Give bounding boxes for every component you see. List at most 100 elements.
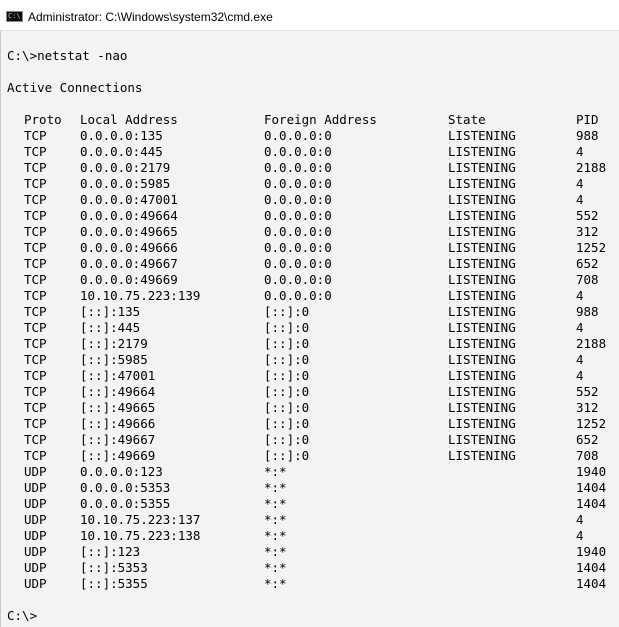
table-row: UDP 0.0.0.0:5355 *:* 1404 — [1, 496, 619, 512]
table-row: TCP 10.10.75.223:139 0.0.0.0:0 LISTENING 4 — [1, 288, 619, 304]
command-line: C:\>netstat -nao — [7, 48, 128, 63]
cell-pid: 1404 — [576, 496, 607, 511]
cell-local-address: 0.0.0.0:135 — [80, 128, 163, 143]
cell-state: LISTENING — [448, 432, 516, 447]
cell-foreign-address: [::]:0 — [264, 416, 310, 431]
cell-local-address: 0.0.0.0:49665 — [80, 224, 178, 239]
cell-local-address: 0.0.0.0:49667 — [80, 256, 178, 271]
table-row: UDP [::]:5353 *:* 1404 — [1, 560, 619, 576]
table-row: TCP [::]:445 [::]:0 LISTENING 4 — [1, 320, 619, 336]
cell-proto: TCP — [24, 128, 47, 143]
title-bar[interactable]: C:\ Administrator: C:\Windows\system32\c… — [0, 0, 619, 31]
cell-proto: TCP — [24, 400, 47, 415]
column-header-row: Proto Local Address Foreign Address Stat… — [1, 112, 619, 128]
cell-state: LISTENING — [448, 448, 516, 463]
cell-proto: UDP — [24, 464, 47, 479]
cell-proto: TCP — [24, 432, 47, 447]
cell-proto: TCP — [24, 272, 47, 287]
table-row: TCP [::]:47001 [::]:0 LISTENING 4 — [1, 368, 619, 384]
cell-proto: UDP — [24, 512, 47, 527]
table-row: UDP 10.10.75.223:138 *:* 4 — [1, 528, 619, 544]
cell-local-address: 0.0.0.0:5985 — [80, 176, 171, 191]
cell-foreign-address: [::]:0 — [264, 336, 310, 351]
cell-proto: UDP — [24, 560, 47, 575]
cell-pid: 1404 — [576, 480, 607, 495]
cell-local-address: [::]:49665 — [80, 400, 156, 415]
cell-foreign-address: [::]:0 — [264, 304, 310, 319]
command-prompt[interactable]: C:\> — [7, 608, 37, 624]
cell-foreign-address: *:* — [264, 560, 287, 575]
table-row: TCP 0.0.0.0:49665 0.0.0.0:0 LISTENING 312 — [1, 224, 619, 240]
cell-foreign-address: 0.0.0.0:0 — [264, 128, 332, 143]
table-row: UDP 10.10.75.223:137 *:* 4 — [1, 512, 619, 528]
cell-proto: TCP — [24, 192, 47, 207]
cell-proto: TCP — [24, 352, 47, 367]
table-row: TCP [::]:49667 [::]:0 LISTENING 652 — [1, 432, 619, 448]
table-row: TCP [::]:135 [::]:0 LISTENING 988 — [1, 304, 619, 320]
cell-pid: 312 — [576, 224, 599, 239]
cell-local-address: 0.0.0.0:2179 — [80, 160, 171, 175]
cell-pid: 988 — [576, 304, 599, 319]
cell-pid: 2188 — [576, 336, 607, 351]
cell-pid: 1940 — [576, 464, 607, 479]
cell-state: LISTENING — [448, 368, 516, 383]
cell-local-address: [::]:123 — [80, 544, 141, 559]
cell-state: LISTENING — [448, 240, 516, 255]
cell-state: LISTENING — [448, 288, 516, 303]
cell-foreign-address: *:* — [264, 496, 287, 511]
cell-pid: 2188 — [576, 160, 607, 175]
cell-state: LISTENING — [448, 352, 516, 367]
cell-state: LISTENING — [448, 416, 516, 431]
cell-state: LISTENING — [448, 144, 516, 159]
window-title: Administrator: C:\Windows\system32\cmd.e… — [28, 10, 273, 24]
cell-local-address: 0.0.0.0:445 — [80, 144, 163, 159]
cell-local-address: [::]:5985 — [80, 352, 148, 367]
cell-pid: 988 — [576, 128, 599, 143]
cell-proto: TCP — [24, 160, 47, 175]
cell-local-address: [::]:49666 — [80, 416, 156, 431]
cell-proto: TCP — [24, 368, 47, 383]
cell-state: LISTENING — [448, 224, 516, 239]
cell-state: LISTENING — [448, 160, 516, 175]
cell-foreign-address: [::]:0 — [264, 320, 310, 335]
console-area[interactable]: C:\>netstat -nao Active Connections Prot… — [0, 31, 619, 627]
cell-pid: 4 — [576, 320, 584, 335]
cmd-window: C:\ Administrator: C:\Windows\system32\c… — [0, 0, 619, 627]
cell-local-address: 0.0.0.0:49664 — [80, 208, 178, 223]
cell-pid: 1940 — [576, 544, 607, 559]
cell-foreign-address: 0.0.0.0:0 — [264, 256, 332, 271]
cell-state: LISTENING — [448, 320, 516, 335]
cell-foreign-address: [::]:0 — [264, 352, 310, 367]
cell-local-address: 0.0.0.0:49669 — [80, 272, 178, 287]
cell-proto: TCP — [24, 304, 47, 319]
cell-foreign-address: 0.0.0.0:0 — [264, 144, 332, 159]
cell-local-address: [::]:49669 — [80, 448, 156, 463]
cell-local-address: [::]:5353 — [80, 560, 148, 575]
cell-proto: TCP — [24, 240, 47, 255]
cell-state: LISTENING — [448, 256, 516, 271]
cell-local-address: 0.0.0.0:5353 — [80, 480, 171, 495]
cell-local-address: 0.0.0.0:123 — [80, 464, 163, 479]
cell-local-address: 0.0.0.0:5355 — [80, 496, 171, 511]
cell-foreign-address: 0.0.0.0:0 — [264, 208, 332, 223]
cell-pid: 652 — [576, 256, 599, 271]
cell-local-address: 10.10.75.223:138 — [80, 528, 201, 543]
cell-foreign-address: *:* — [264, 480, 287, 495]
cmd-icon[interactable]: C:\ — [6, 11, 23, 22]
cell-state: LISTENING — [448, 208, 516, 223]
table-row: TCP 0.0.0.0:2179 0.0.0.0:0 LISTENING 2188 — [1, 160, 619, 176]
cell-pid: 708 — [576, 448, 599, 463]
cell-pid: 1252 — [576, 416, 607, 431]
cell-local-address: [::]:5355 — [80, 576, 148, 591]
cell-proto: UDP — [24, 496, 47, 511]
cell-state: LISTENING — [448, 272, 516, 287]
column-header-proto: Proto — [24, 112, 62, 127]
table-row: TCP [::]:5985 [::]:0 LISTENING 4 — [1, 352, 619, 368]
cell-proto: TCP — [24, 256, 47, 271]
table-row: UDP [::]:123 *:* 1940 — [1, 544, 619, 560]
cell-state: LISTENING — [448, 384, 516, 399]
cell-pid: 4 — [576, 512, 584, 527]
cell-local-address: 0.0.0.0:49666 — [80, 240, 178, 255]
cell-proto: UDP — [24, 528, 47, 543]
cell-pid: 4 — [576, 192, 584, 207]
